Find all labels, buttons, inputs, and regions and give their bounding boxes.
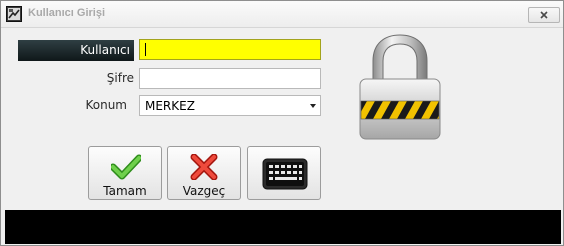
user-label: Kullanıcı bbox=[18, 40, 134, 61]
password-field[interactable] bbox=[139, 68, 321, 89]
password-label: Şifre bbox=[106, 71, 134, 85]
close-button[interactable] bbox=[528, 7, 560, 23]
x-icon bbox=[190, 154, 218, 180]
ok-button-label: Tamam bbox=[103, 184, 147, 198]
location-value: MERKEZ bbox=[145, 99, 195, 113]
close-icon bbox=[540, 11, 548, 19]
location-label: Konum bbox=[85, 98, 127, 112]
keyboard-icon bbox=[262, 158, 308, 190]
text-caret bbox=[145, 43, 146, 56]
location-select[interactable]: MERKEZ bbox=[139, 95, 321, 116]
cancel-button-label: Vazgeç bbox=[182, 184, 226, 198]
login-window: Kullanıcı Girişi Kullanıcı Şifre Konum M… bbox=[0, 0, 564, 246]
chevron-down-icon[interactable] bbox=[310, 104, 316, 108]
padlock-icon bbox=[359, 34, 441, 140]
check-icon bbox=[111, 154, 141, 180]
status-bar bbox=[5, 210, 561, 244]
cancel-button[interactable]: Vazgeç bbox=[167, 146, 241, 200]
title-bar[interactable]: Kullanıcı Girişi bbox=[1, 1, 563, 28]
user-field[interactable] bbox=[139, 39, 321, 60]
keyboard-button[interactable] bbox=[247, 146, 321, 200]
ok-button[interactable]: Tamam bbox=[88, 146, 162, 200]
window-title: Kullanıcı Girişi bbox=[28, 7, 106, 19]
app-icon bbox=[6, 6, 22, 22]
